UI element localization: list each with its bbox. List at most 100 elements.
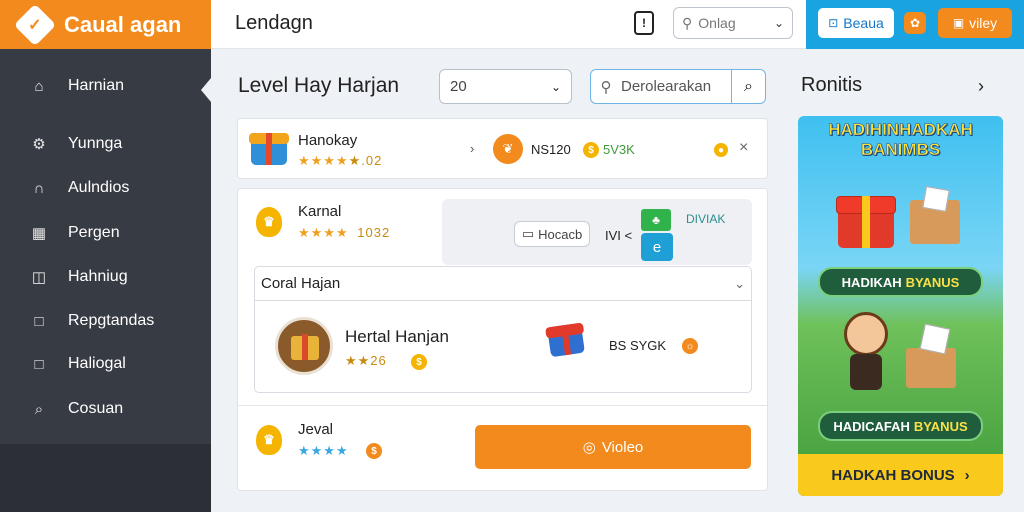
price-badge: 5V3K [603,142,635,157]
subcard-header[interactable]: Coral Hajan ⌄ [255,267,751,301]
runner-icon: ☼ [682,338,698,354]
user-icon: ⊡ [828,16,839,30]
promo-footer-button[interactable]: HADKAH BONUS › [798,454,1003,496]
image-icon: ◫ [31,269,47,286]
top-bar: Lendagn ! ⚲ Onlag ⌄ [211,0,806,49]
leaf-icon[interactable]: ♣ [641,209,671,231]
square-icon: □ [34,312,44,330]
item-rating: ★★★★★.02 [298,153,382,169]
coin-icon: $ [411,354,427,370]
arch-icon: ∩ [33,179,45,197]
promo-bonus-badge[interactable]: HADIKAH BYANUS [818,267,983,297]
alert-icon[interactable]: ! [634,11,654,35]
brand-title: Caual agan [64,11,182,37]
chevron-down-icon: ⌄ [734,275,745,291]
gift-box-icon [545,322,585,358]
promo-bonus-badge[interactable]: HADICAFAH BYANUS [818,411,983,441]
coin-icon: $ [366,443,382,459]
chevron-right-icon[interactable]: › [470,141,474,156]
item-image [275,317,333,375]
promo-headline: HADIHINHADKAH BANIMBS [828,120,973,160]
chevron-down-icon: ⌄ [773,16,784,30]
building-icon: ⌂ [34,77,44,95]
detail-panel: ▭ Hocacb IVI < ♣ DIVIAK e [442,199,752,265]
promo-banner[interactable]: HADIHINHADKAH BANIMBS HADIKAH BYANUS HAD… [798,116,1003,496]
rating-text: 1032 [357,225,391,240]
item-name: Hertal Hanjan [345,327,449,346]
search-icon: ⚲ [600,78,612,96]
gear-icon: ⚙ [32,136,46,153]
sidebar-item-label: Cosuan [68,400,124,417]
sidebar-item-cosuan[interactable]: ⌕ Cosuan [0,391,211,427]
search-icon: ⚲ [682,14,693,31]
search-input[interactable]: ⚲ Derolearakan ⌕ [590,69,766,104]
chat-icon: ◎ [582,439,596,456]
item-rating: ★★26 [345,353,387,369]
item-card-karnal: ♛ Karnal ★★★★ 1032 ▭ Hocacb IVI < ♣ DIVI… [237,188,768,491]
page-title: Lendagn [235,12,313,34]
sidebar-item-harnian[interactable]: ⌂ Harnian [0,68,211,104]
coin-icon: $ [583,142,599,158]
sidebar-item-pergen[interactable]: ▦ Pergen [0,215,211,251]
sidebar-item-label: Haliogal [68,355,126,372]
tag-icon: ▣ [952,16,965,30]
promo-bonus-text-highlight: BYANUS [913,418,968,434]
item-card-hanokay[interactable]: Hanokay ★★★★★.02 › ❦ NS120 $ 5V3K ● × [237,118,768,179]
promo-bonus-text: HADIKAH [841,274,902,290]
beaua-label: Beaua [843,15,884,31]
top-search-placeholder: Onlag [698,15,736,31]
item-name: Karnal [298,203,342,220]
item-name: Jeval [298,421,334,438]
viley-label: viley [969,15,998,31]
price-text: BS SYGK [609,338,667,353]
violeo-label: Violeo [601,438,644,456]
sidebar-item-label: Harnian [68,77,125,94]
rating-text: ★★26 [345,353,387,368]
character-body [850,354,882,390]
sidebar-item-hahniug[interactable]: ◫ Hahniug [0,259,211,295]
top-right-bar: ⊡ Beaua ✿ ▣ viley [806,0,1024,49]
level-select-value: 20 [450,78,467,95]
item-rating: ★★★★ 1032 [298,225,390,241]
hocacb-button[interactable]: ▭ Hocacb [514,221,590,247]
promo-bonus-text-highlight: BYANUS [905,274,960,290]
section-title: Level Hay Harjan [238,74,400,97]
sidebar-item-repgtandas[interactable]: □ Repgtandas [0,303,211,339]
promo-footer-label: HADKAH BONUS [831,466,955,484]
chevron-down-icon: ⌄ [550,79,561,94]
star-icons: ★★★★ [298,153,349,168]
sidebar-item-aulndios[interactable]: ∩ Aulndios [0,170,211,206]
browser-icon[interactable]: e [641,233,673,261]
gift-box-icon [249,133,289,165]
subcard-coral: Coral Hajan ⌄ Hertal Hanjan ★★26 $ BS SY… [254,266,752,393]
search-icon: ⌕ [34,400,44,418]
search-placeholder: Derolearakan [621,78,712,95]
document-icon [919,323,951,355]
sidebar-item-label: Hahniug [68,268,128,285]
item-name: Hanokay [298,132,358,149]
box-icon [906,348,956,388]
search-button[interactable]: ⌕ [731,70,765,103]
sidebar-item-label: Pergen [68,224,120,241]
square-icon: □ [34,355,44,373]
viley-button[interactable]: ▣ viley [938,8,1012,38]
sidebar-item-haliogal[interactable]: □ Haliogal [0,346,211,382]
coin-icon: ● [714,143,728,157]
level-select[interactable]: 20 ⌄ [439,69,572,104]
chevron-right-icon[interactable]: › [978,76,984,97]
green-label: DIVIAK [686,212,726,226]
sidebar-item-label: Aulndios [68,179,130,196]
grid-icon: ▦ [31,225,47,242]
notification-icon[interactable]: ✿ [904,12,926,34]
beaua-button[interactable]: ⊡ Beaua [818,8,894,38]
hocacb-label: Hocacb [538,226,583,242]
subcard-title: Coral Hajan [261,275,341,292]
close-icon[interactable]: × [739,139,748,157]
violeo-button[interactable]: ◎ Violeo [475,425,751,469]
promo-bonus-text: HADICAFAH [833,418,910,434]
sidebar-item-yunnga[interactable]: ⚙ Yunnga [0,126,211,162]
promo-section-title: Ronitis [801,74,863,96]
diamond-check-icon: ✓ [13,3,57,46]
top-search-dropdown[interactable]: ⚲ Onlag ⌄ [673,7,793,39]
brand-header[interactable]: ✓ Caual agan [0,0,211,49]
